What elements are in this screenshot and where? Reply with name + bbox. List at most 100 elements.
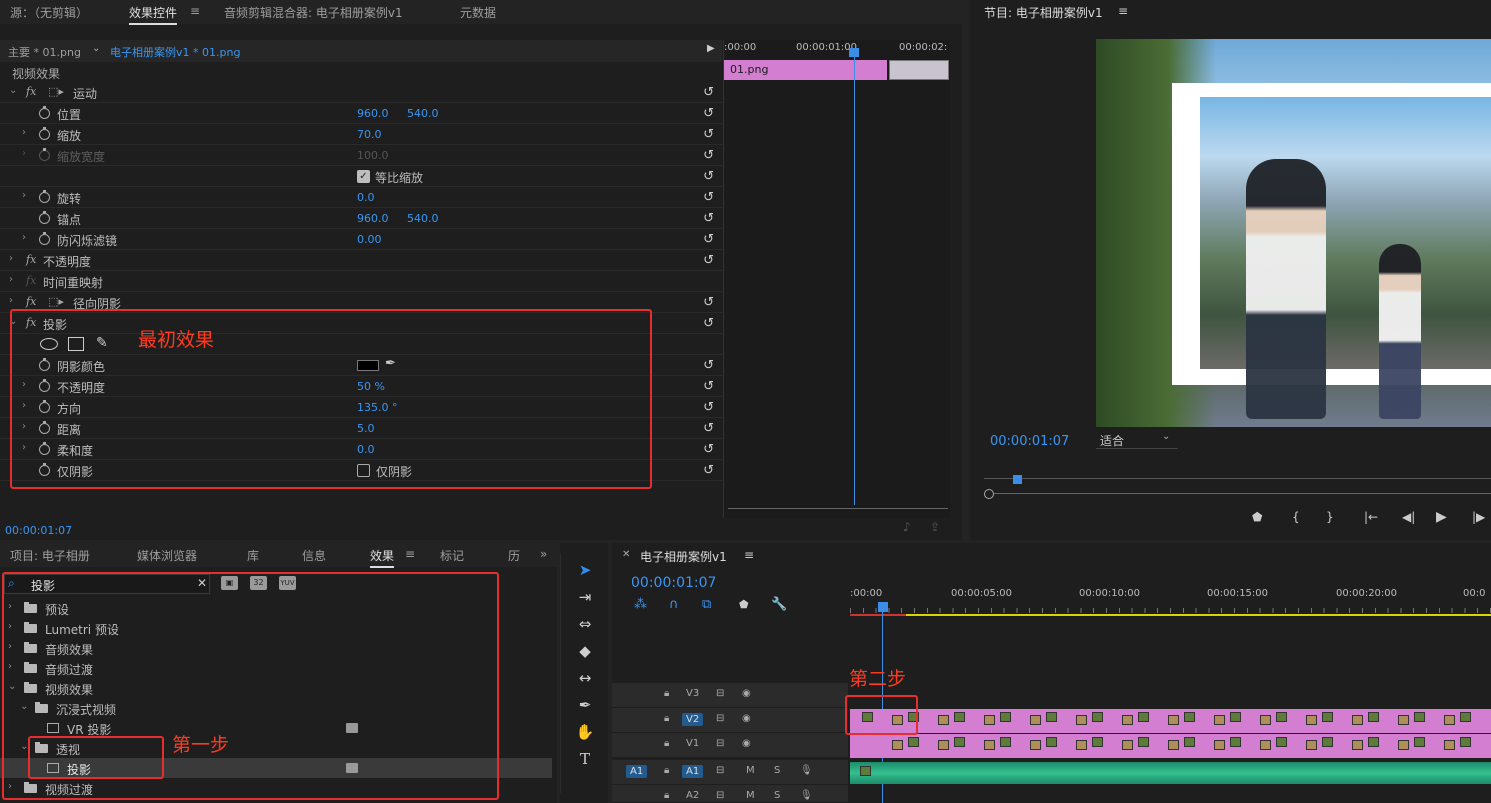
effects-item-immersive[interactable]: ⌄ 沉浸式视频 — [0, 698, 552, 718]
chevron-right-icon[interactable]: › — [22, 400, 26, 411]
ec-scrollbar[interactable] — [728, 508, 948, 516]
transition-icon[interactable] — [1398, 740, 1409, 750]
effects-item-perspective[interactable]: ⌄ 透视 — [0, 738, 552, 758]
softness-value[interactable]: 0.0 — [357, 443, 375, 456]
tab-media-browser[interactable]: 媒体浏览器 — [137, 547, 197, 564]
effects-item-drop-shadow[interactable]: 投影 — [0, 758, 552, 778]
transition-icon[interactable] — [1444, 740, 1455, 750]
razor-tool-icon[interactable]: ◆ — [572, 642, 598, 664]
transition-icon[interactable] — [1306, 715, 1317, 725]
stopwatch-icon[interactable] — [39, 106, 50, 119]
row-motion[interactable]: ⌄ fx ⬚▸ 运动 ↺ — [0, 82, 722, 103]
scale-value[interactable]: 70.0 — [357, 128, 382, 141]
overflow-chevron-icon[interactable]: » — [540, 547, 547, 561]
chevron-right-icon[interactable]: › — [9, 295, 13, 306]
work-area-bar[interactable] — [906, 614, 1491, 616]
reset-icon[interactable]: ↺ — [703, 85, 714, 100]
chevron-right-icon[interactable]: › — [22, 379, 26, 390]
transition-icon[interactable] — [892, 740, 903, 750]
menu-icon[interactable]: ≡ — [405, 547, 415, 561]
timeline-playhead-head[interactable] — [878, 602, 888, 612]
transform-icon[interactable]: ⬚▸ — [48, 85, 64, 98]
transition-icon[interactable] — [1306, 740, 1317, 750]
transition-icon[interactable] — [984, 715, 995, 725]
rectangle-mask-icon[interactable] — [68, 337, 84, 351]
sync-lock-icon[interactable]: ⊟ — [716, 738, 724, 749]
transition-icon[interactable] — [1076, 740, 1087, 750]
sync-lock-icon[interactable]: ⊟ — [716, 765, 724, 776]
close-icon[interactable]: ✕ — [622, 549, 630, 560]
transition-icon[interactable] — [1030, 740, 1041, 750]
chevron-right-icon[interactable]: › — [22, 148, 26, 159]
mute-button[interactable]: M — [746, 765, 755, 776]
row-opacity[interactable]: › fx 不透明度 ↺ — [0, 250, 722, 271]
a1-audio-clip[interactable] — [850, 762, 1491, 784]
fx-icon[interactable]: fx — [26, 316, 36, 329]
mic-icon[interactable]: 🎙︎ — [800, 765, 813, 776]
accelerated-effects-icon[interactable]: ▣ — [221, 576, 238, 590]
reset-icon[interactable]: ↺ — [703, 253, 714, 268]
ellipse-mask-icon[interactable] — [40, 338, 58, 350]
reset-icon[interactable]: ↺ — [703, 316, 714, 331]
ec-playhead-head[interactable] — [849, 48, 859, 57]
stopwatch-icon[interactable] — [39, 379, 50, 392]
transition-icon[interactable] — [1398, 715, 1409, 725]
go-to-in-icon[interactable]: |← — [1364, 510, 1378, 524]
fx-icon[interactable]: fx — [26, 253, 36, 266]
eye-icon[interactable]: ◉ — [742, 738, 751, 749]
menu-icon[interactable]: ≡ — [1118, 4, 1128, 18]
source-track-a1[interactable]: A1 — [626, 765, 648, 778]
tab-metadata[interactable]: 元数据 — [460, 4, 496, 21]
transition-icon[interactable] — [1214, 740, 1225, 750]
mic-icon[interactable]: 🎙︎ — [800, 790, 813, 801]
ec-mini-timeline[interactable]: :00:00 00:00:01:00 00:00:02: 01.png — [723, 40, 950, 518]
chevron-right-icon[interactable]: › — [22, 442, 26, 453]
stopwatch-icon[interactable] — [39, 358, 50, 371]
stopwatch-icon[interactable] — [39, 211, 50, 224]
pen-mask-icon[interactable]: ✎ — [96, 335, 108, 351]
type-tool-icon[interactable]: T — [572, 750, 598, 772]
master-clip-label[interactable]: 主要 * 01.png — [8, 44, 81, 60]
reset-icon[interactable]: ↺ — [703, 463, 714, 478]
effects-item-video-transitions[interactable]: › 视频过渡 — [0, 778, 552, 798]
anchor-x-value[interactable]: 960.0 — [357, 212, 389, 225]
program-timecode[interactable]: 00:00:01:07 — [990, 434, 1069, 449]
row-drop-shadow[interactable]: ⌄ fx 投影 ↺ — [0, 313, 722, 334]
chevron-right-icon[interactable]: › — [22, 421, 26, 432]
solo-button[interactable]: S — [774, 790, 780, 801]
sync-lock-icon[interactable]: ⊟ — [716, 713, 724, 724]
position-x-value[interactable]: 960.0 — [357, 107, 389, 120]
tab-audio-clip-mixer[interactable]: 音频剪辑混合器: 电子相册案例v1 — [224, 4, 403, 21]
lock-icon[interactable]: 🔒︎ — [664, 738, 669, 749]
reset-icon[interactable]: ↺ — [703, 169, 714, 184]
stopwatch-icon[interactable] — [39, 442, 50, 455]
snap-icon[interactable]: ⁂ — [634, 597, 647, 612]
transition-icon[interactable] — [1076, 715, 1087, 725]
chevron-right-icon[interactable]: › — [22, 190, 26, 201]
export-icon[interactable]: ⇪ — [930, 520, 940, 534]
row-radial-shadow[interactable]: › fx ⬚▸ 径向阴影 ↺ — [0, 292, 722, 313]
timeline-ruler[interactable]: :00:00 00:00:05:00 00:00:10:00 00:00:15:… — [850, 583, 1491, 618]
chevron-right-icon[interactable]: › — [9, 253, 13, 264]
selection-tool-icon[interactable]: ➤ — [572, 561, 598, 583]
mute-button[interactable]: M — [746, 790, 755, 801]
anchor-y-value[interactable]: 540.0 — [407, 212, 439, 225]
program-playhead[interactable] — [1013, 475, 1022, 484]
track-header-v2[interactable]: 🔒︎ V2 ⊟ ◉ — [612, 708, 848, 733]
fx-icon[interactable]: fx — [26, 295, 36, 308]
transition-icon[interactable] — [1260, 740, 1271, 750]
chevron-down-icon[interactable]: ⌄ — [8, 681, 16, 692]
reset-icon[interactable]: ↺ — [703, 127, 714, 142]
effects-item-video-effects[interactable]: ⌄ 视频效果 — [0, 678, 552, 698]
shadow-only-checkbox[interactable] — [357, 464, 370, 477]
sequence-clip-label[interactable]: 电子相册案例v1 * 01.png — [110, 44, 240, 60]
sync-lock-icon[interactable]: ⊟ — [716, 790, 724, 801]
position-y-value[interactable]: 540.0 — [407, 107, 439, 120]
track-select-tool-icon[interactable]: ⇥ — [572, 588, 598, 610]
reset-icon[interactable]: ↺ — [703, 442, 714, 457]
transition-icon[interactable] — [892, 715, 903, 725]
magnet-icon[interactable]: ∩ — [669, 597, 679, 612]
shadow-color-swatch[interactable] — [357, 360, 379, 371]
effects-item-audio-effects[interactable]: › 音频效果 — [0, 638, 552, 658]
video-frame[interactable] — [1096, 39, 1491, 427]
